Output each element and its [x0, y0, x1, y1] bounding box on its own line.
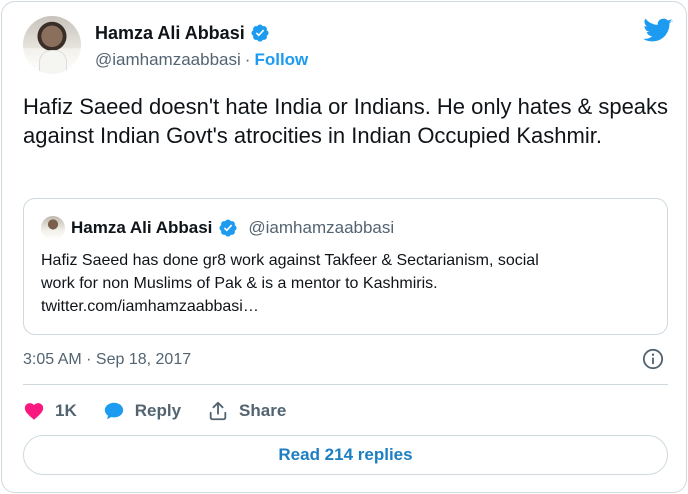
quoted-tweet-link[interactable]: twitter.com/iamhamzaabbasi… — [41, 295, 651, 318]
quoted-text-line: work for non Muslims of Pak & is a mento… — [41, 275, 438, 292]
tweet-header: Hamza Ali Abbasi @iamhamzaabbasi · Follo… — [23, 16, 673, 80]
author-avatar[interactable] — [23, 16, 81, 74]
tweet-timestamp[interactable]: 3:05 AM · Sep 18, 2017 — [23, 351, 191, 369]
quoted-author-name: Hamza Ali Abbasi — [71, 218, 213, 237]
quoted-author-handle: @iamhamzaabbasi — [248, 218, 395, 237]
author-name-row: Hamza Ali Abbasi — [95, 21, 270, 45]
separator-dot: · — [244, 50, 251, 69]
quoted-author-avatar — [41, 216, 65, 240]
reply-button[interactable]: Reply — [103, 400, 181, 422]
tweet-text: Hafiz Saeed doesn't hate India or Indian… — [23, 94, 669, 148]
read-replies-button[interactable]: Read 214 replies — [23, 435, 668, 475]
like-button[interactable]: 1K — [23, 400, 77, 422]
author-handle[interactable]: @iamhamzaabbasi — [95, 50, 241, 70]
tweet-meta: 3:05 AM · Sep 18, 2017 — [23, 348, 668, 372]
quoted-tweet-text: Hafiz Saeed has done gr8 work against Ta… — [41, 249, 651, 318]
divider — [23, 384, 668, 385]
twitter-bird-icon[interactable] — [643, 18, 673, 44]
like-count: 1K — [55, 401, 77, 420]
follow-button[interactable]: Follow — [254, 50, 308, 70]
heart-icon — [24, 403, 44, 420]
tweet-actions: 1K Reply Share — [23, 398, 312, 424]
quoted-tweet-header: Hamza Ali Abbasi @iamhamzaabbasi — [41, 216, 394, 240]
share-icon — [209, 401, 227, 421]
quoted-text-line: Hafiz Saeed has done gr8 work against Ta… — [41, 252, 539, 269]
verified-badge-icon — [219, 219, 237, 237]
tweet-card: Hamza Ali Abbasi @iamhamzaabbasi · Follo… — [1, 1, 687, 493]
reply-label: Reply — [134, 401, 182, 420]
share-button[interactable]: Share — [207, 400, 286, 422]
info-icon[interactable] — [642, 348, 664, 370]
verified-badge-icon — [251, 24, 269, 42]
reply-bubble-icon — [104, 402, 123, 420]
author-name[interactable]: Hamza Ali Abbasi — [95, 23, 245, 44]
author-handle-row: @iamhamzaabbasi · Follow — [95, 50, 308, 70]
quoted-tweet[interactable]: Hamza Ali Abbasi @iamhamzaabbasi Hafiz S… — [23, 198, 668, 335]
share-label: Share — [239, 401, 287, 420]
